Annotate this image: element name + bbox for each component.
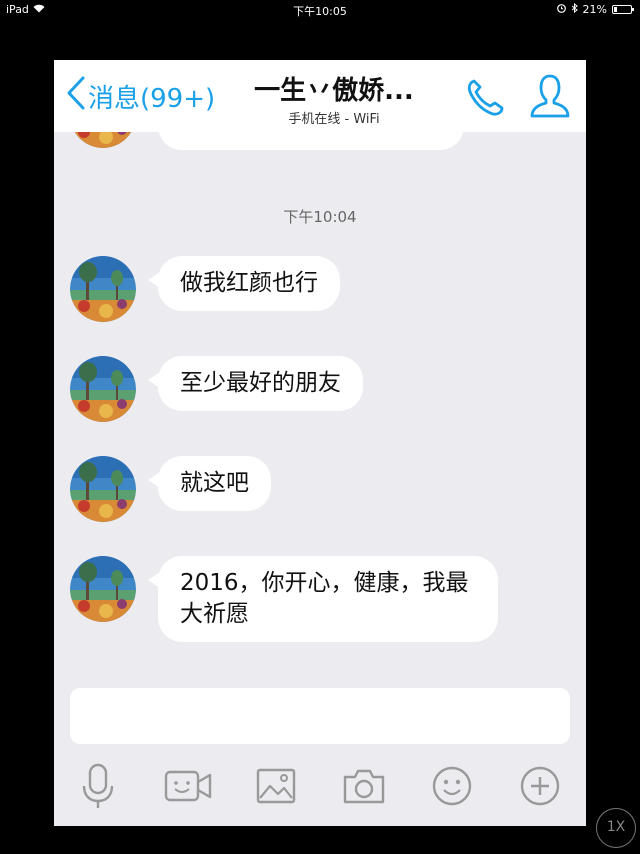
battery-icon [612, 5, 634, 14]
phone-call-button[interactable] [464, 76, 506, 122]
message-bubble[interactable]: 2016，你开心，健康，我最大祈愿 [148, 556, 498, 642]
message-input[interactable] [70, 688, 570, 744]
message-timestamp: 下午10:04 [283, 208, 357, 226]
nav-bar: 消息(99+) 一生丷傲娇... 手机在线 - WiFi [54, 60, 586, 132]
message-bubble[interactable]: 就这吧 [148, 456, 271, 511]
online-status: 手机在线 - WiFi [288, 112, 380, 127]
image-icon[interactable] [252, 762, 300, 810]
contact-avatar[interactable] [70, 456, 136, 522]
microphone-icon[interactable] [74, 762, 122, 810]
bluetooth-icon [571, 2, 578, 16]
back-label: 消息(99+) [88, 84, 216, 114]
playback-speed-button[interactable]: 1X [596, 808, 636, 848]
message-bubble[interactable]: 至少最好的朋友 [148, 356, 363, 411]
chat-screen: 消息(99+) 一生丷傲娇... 手机在线 - WiFi 下午10:04 做我红… [54, 60, 586, 826]
emoji-icon[interactable] [428, 762, 476, 810]
status-bar: iPad 下午10:05 21% [0, 0, 640, 20]
status-right: 21% [556, 2, 634, 16]
contact-avatar[interactable] [70, 556, 136, 622]
back-button[interactable]: 消息(99+) [66, 76, 215, 117]
contact-avatar[interactable] [70, 356, 136, 422]
status-time: 下午10:05 [293, 5, 347, 18]
plus-icon[interactable] [516, 762, 564, 810]
message-bubble[interactable]: 做我红颜也行 [148, 256, 340, 311]
phone-icon [464, 79, 506, 122]
profile-button[interactable] [528, 72, 572, 124]
input-toolbar [54, 754, 586, 818]
camera-icon[interactable] [340, 762, 388, 810]
chat-title: 一生丷傲娇... [254, 76, 414, 106]
video-icon[interactable] [164, 762, 212, 810]
battery-percent: 21% [582, 3, 607, 16]
chevron-left-icon [66, 76, 88, 117]
person-icon [528, 74, 572, 124]
alarm-icon [556, 3, 566, 16]
contact-avatar[interactable] [70, 256, 136, 322]
